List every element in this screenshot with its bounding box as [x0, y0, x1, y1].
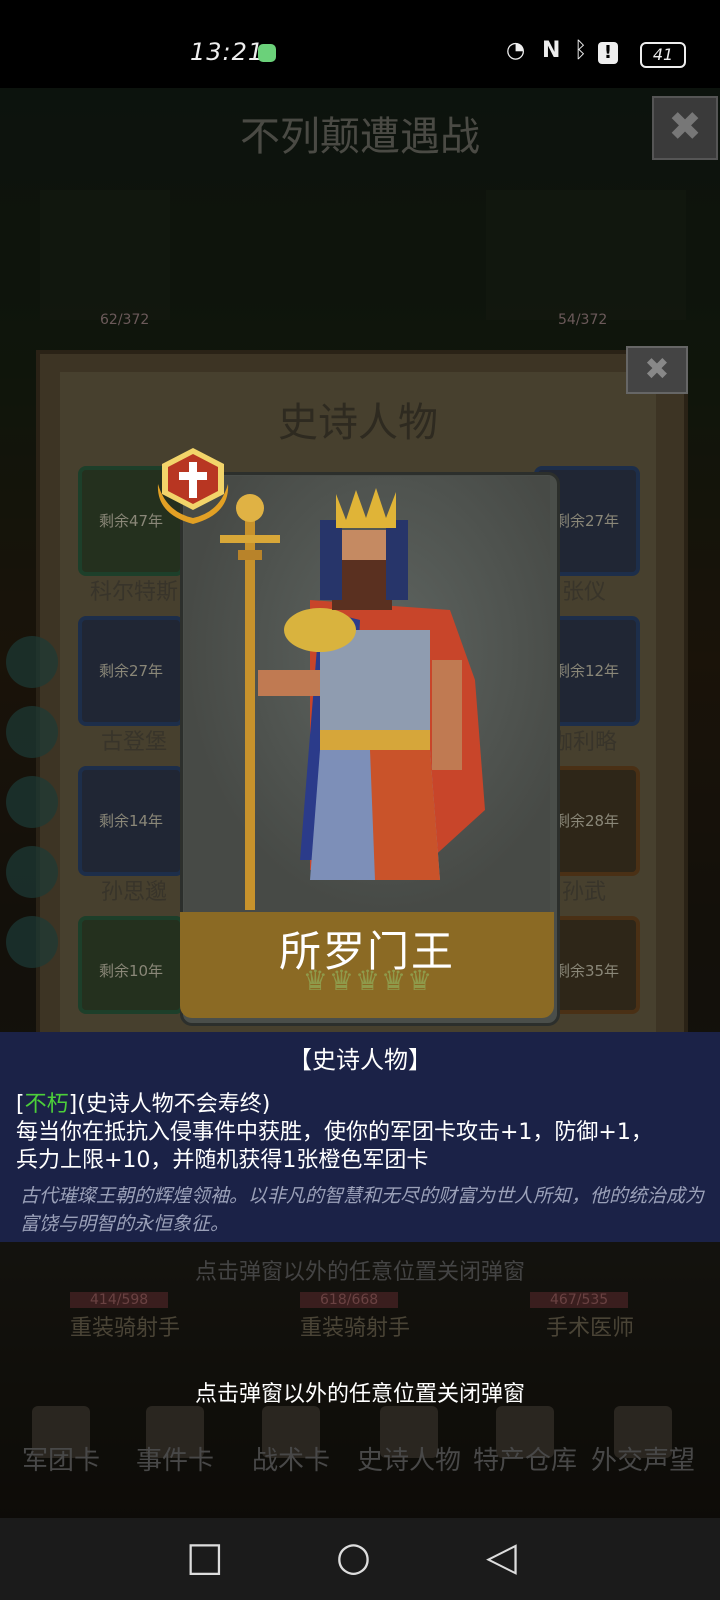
side-tools-button[interactable] — [6, 846, 58, 898]
status-time: 13:21 — [190, 38, 265, 66]
panel-title: 史诗人物 — [278, 400, 438, 446]
tab-legion-cards[interactable]: 军团卡 — [2, 1440, 120, 1477]
figure-remaining: 剩余10年 — [98, 962, 164, 980]
app-notification-icon — [258, 44, 276, 62]
tab-tactic-cards[interactable]: 战术卡 — [232, 1440, 350, 1477]
info-title: 【史诗人物】 — [288, 1046, 432, 1074]
left-army-strength: 62/372 — [100, 312, 150, 328]
back-button[interactable]: ◁ — [486, 1534, 517, 1580]
right-army-strength: 54/372 — [558, 312, 608, 328]
nfc-icon: N — [542, 38, 561, 63]
alert-icon: ! — [598, 42, 618, 64]
figure-remaining: 剩余27年 — [98, 662, 164, 680]
speed-meter-icon: ◔ — [506, 38, 526, 63]
battle-close-button[interactable]: ✖ — [652, 96, 718, 160]
hero-rank-crowns: ♛♛♛♛♛ — [302, 964, 434, 997]
king-solomon-illustration — [220, 488, 485, 910]
tab-event-cards[interactable]: 事件卡 — [116, 1440, 234, 1477]
tab-diplomatic-prestige[interactable]: 外交声望 — [584, 1440, 702, 1477]
effect-description-line-2: 兵力上限+10，并随机获得1张橙色军团卡 — [16, 1148, 429, 1173]
battery-indicator: 41 — [640, 42, 686, 68]
cross-laurel-badge-icon — [157, 448, 229, 524]
hero-lore-text: 古代璀璨王朝的辉煌领袖。以非凡的智慧和无尽的财富为世人所知，他的统治成为富饶与明… — [20, 1185, 705, 1235]
figure-remaining: 剩余14年 — [98, 812, 164, 830]
side-speed-button[interactable] — [6, 706, 58, 758]
recent-apps-button[interactable]: □ — [186, 1534, 224, 1580]
battle-title: 不列颠遭遇战 — [240, 114, 480, 160]
unit-name: 重装骑射手 — [300, 1316, 411, 1341]
figure-name: 古登堡 — [100, 730, 167, 755]
side-menu-button[interactable] — [6, 636, 58, 688]
unit-name: 重装骑射手 — [70, 1316, 181, 1341]
unit-hp: 467/535 — [530, 1292, 629, 1308]
unit-name: 手术医师 — [546, 1316, 635, 1341]
figure-name: 孙思邈 — [100, 880, 167, 905]
tab-epic-figures[interactable]: 史诗人物 — [350, 1440, 468, 1477]
tab-specialty-warehouse[interactable]: 特产仓库 — [466, 1440, 584, 1477]
unit-hp: 618/668 — [300, 1292, 399, 1308]
home-button[interactable]: ○ — [336, 1534, 371, 1580]
close-popup-hint: 点击弹窗以外的任意位置关闭弹窗 — [194, 1382, 525, 1407]
bluetooth-icon: ᛒ — [574, 38, 588, 63]
side-sound-button[interactable] — [6, 776, 58, 828]
side-help-button[interactable] — [6, 916, 58, 968]
background-hint-text: 点击弹窗以外的任意位置关闭弹窗 — [194, 1260, 525, 1285]
unit-hp: 414/598 — [70, 1292, 169, 1308]
figure-name: 科尔特斯 — [89, 580, 178, 605]
panel-close-button[interactable]: ✖ — [626, 346, 688, 394]
